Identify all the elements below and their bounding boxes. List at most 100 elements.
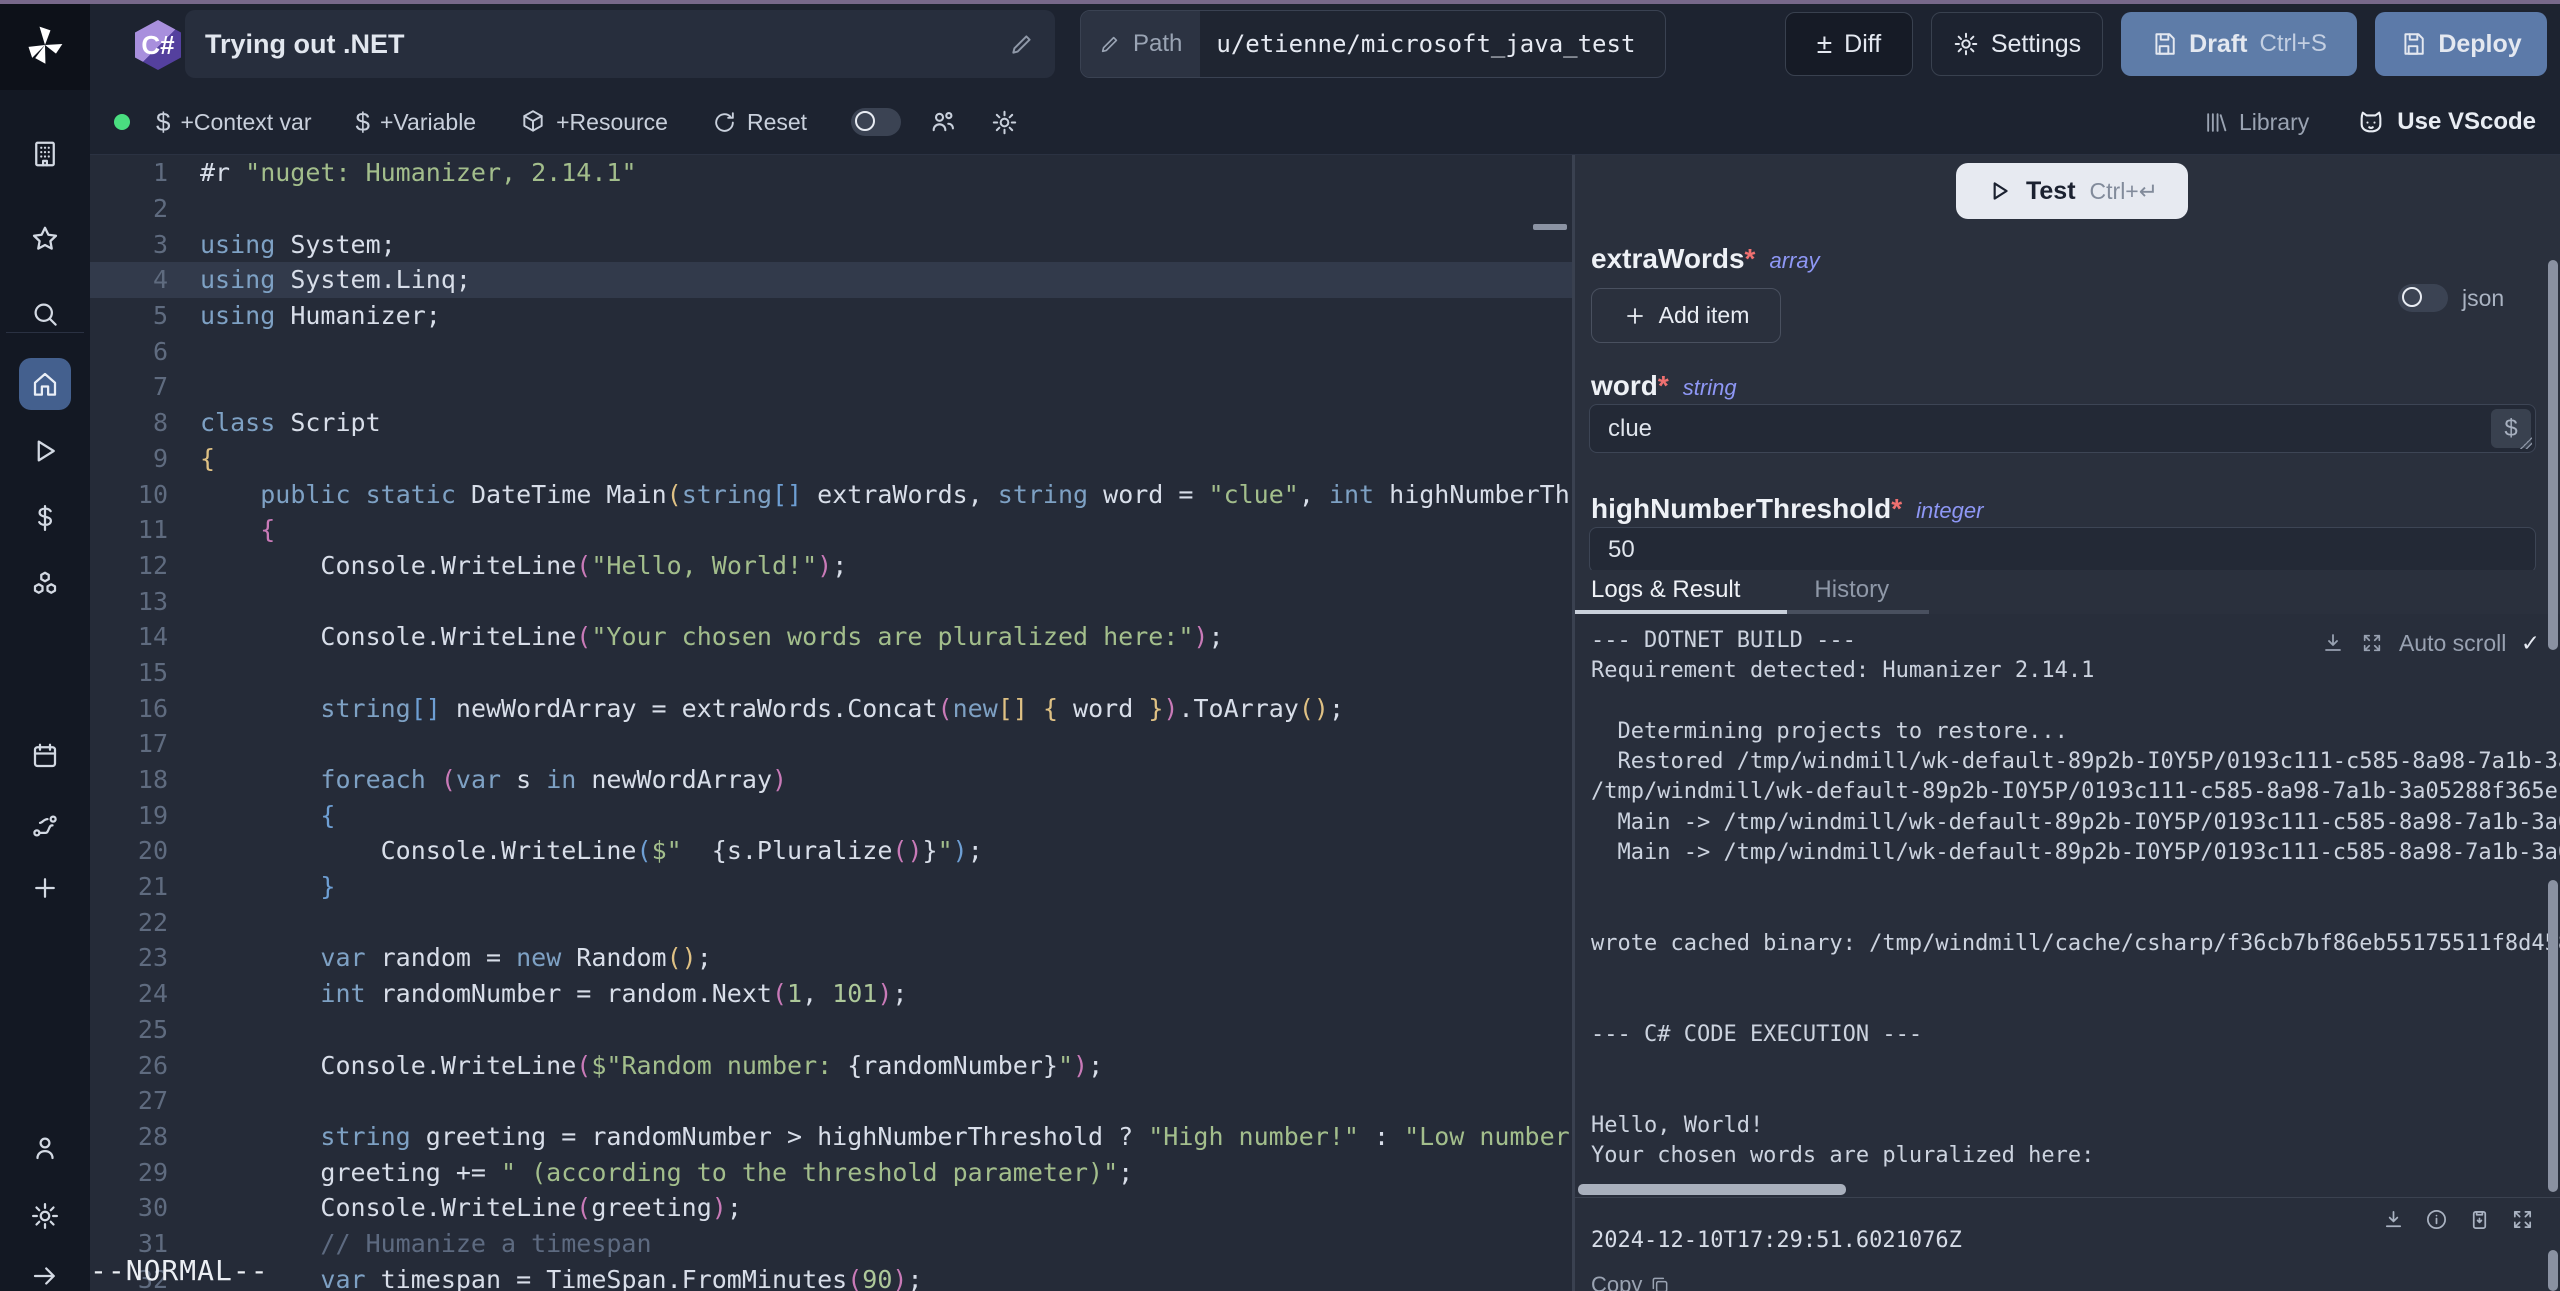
code-line-21[interactable]: 21 }	[90, 869, 1572, 905]
line-number: 2	[90, 194, 168, 223]
sidebar-item-calendar-icon[interactable]	[19, 730, 71, 782]
add-variable-button[interactable]: $ +Variable	[356, 107, 477, 138]
draft-button[interactable]: Draft Ctrl+S	[2121, 12, 2357, 76]
add-context-var-button[interactable]: $ +Context var	[156, 107, 312, 138]
sidebar-item-building-icon[interactable]	[19, 128, 71, 180]
edit-title-pencil-icon[interactable]	[1009, 31, 1035, 57]
scrollbar-indicator[interactable]	[1533, 224, 1567, 230]
code-line-4[interactable]: 4using System.Linq;	[90, 262, 1572, 298]
check-icon[interactable]: ✓	[2522, 628, 2538, 658]
code-line-6[interactable]: 6	[90, 333, 1572, 369]
path-field[interactable]: Path u/etienne/microsoft_java_test	[1080, 10, 1666, 78]
code-line-8[interactable]: 8class Script	[90, 405, 1572, 441]
code-line-1[interactable]: 1#r "nuget: Humanizer, 2.14.1"	[90, 155, 1572, 191]
code-line-30[interactable]: 30 Console.WriteLine(greeting);	[90, 1190, 1572, 1226]
add-resource-button[interactable]: +Resource	[520, 109, 668, 136]
copy-icon	[1650, 1275, 1670, 1291]
code-line-15[interactable]: 15	[90, 655, 1572, 691]
code-line-20[interactable]: 20 Console.WriteLine($" {s.Pluralize()}"…	[90, 833, 1572, 869]
logs-scrollbar[interactable]	[2548, 880, 2558, 1192]
field-type-extrawords: array	[1769, 248, 1819, 274]
result-value[interactable]: 2024-12-10T17:29:51.6021076Z	[1591, 1228, 1962, 1253]
json-toggle[interactable]: json	[2398, 284, 2504, 312]
code-text: var random = new Random();	[200, 943, 712, 972]
sidebar-item-settings-icon[interactable]	[19, 1190, 71, 1242]
code-line-32[interactable]: 32 var timespan = TimeSpan.FromMinutes(9…	[90, 1261, 1572, 1291]
code-line-29[interactable]: 29 greeting += " (according to the thres…	[90, 1154, 1572, 1190]
code-line-12[interactable]: 12 Console.WriteLine("Hello, World!");	[90, 548, 1572, 584]
download-icon[interactable]	[2321, 631, 2345, 655]
code-line-28[interactable]: 28 string greeting = randomNumber > high…	[90, 1119, 1572, 1155]
script-title-field[interactable]: Trying out .NET	[185, 10, 1055, 78]
code-line-22[interactable]: 22	[90, 904, 1572, 940]
windmill-logo-icon[interactable]	[0, 0, 90, 90]
panel-scrollbar[interactable]	[2548, 260, 2558, 650]
sidebar-item-route-icon[interactable]	[19, 800, 71, 852]
sidebar-item-boxes-icon[interactable]	[19, 558, 71, 610]
code-line-31[interactable]: 31 // Humanize a timespan	[90, 1226, 1572, 1262]
download-icon[interactable]	[2382, 1208, 2405, 1231]
logs-output[interactable]: --- DOTNET BUILD ---Requirement detected…	[1575, 614, 2560, 1197]
code-line-3[interactable]: 3using System;	[90, 226, 1572, 262]
copy-button[interactable]: Copy	[1591, 1272, 1670, 1291]
line-number: 29	[90, 1158, 168, 1187]
windmill-script-editor: C# Trying out .NET Path u/etienne/micros…	[0, 0, 2560, 1291]
code-line-27[interactable]: 27	[90, 1083, 1572, 1119]
tab-logs-result[interactable]: Logs & Result	[1575, 576, 1756, 604]
result-scrollbar[interactable]	[2548, 1250, 2558, 1291]
code-editor[interactable]: 1#r "nuget: Humanizer, 2.14.1" 2 3using Sy…	[90, 155, 1572, 1291]
code-line-9[interactable]: 9{	[90, 441, 1572, 477]
code-text: using System.Linq;	[200, 265, 471, 294]
code-line-19[interactable]: 19 {	[90, 797, 1572, 833]
deploy-button[interactable]: Deploy	[2375, 12, 2547, 76]
run-panel: Test Ctrl+↵ extraWords* array json Add i…	[1572, 155, 2560, 1291]
tab-history[interactable]: History	[1798, 576, 1905, 604]
sidebar-item-star-icon[interactable]	[19, 213, 71, 265]
line-number: 30	[90, 1193, 168, 1222]
code-line-7[interactable]: 7	[90, 369, 1572, 405]
expand-icon[interactable]	[2511, 1208, 2534, 1231]
library-button[interactable]: Library	[2204, 109, 2309, 136]
sidebar-item-user-icon[interactable]	[19, 1122, 71, 1174]
settings-button[interactable]: Settings	[1931, 12, 2103, 76]
code-line-18[interactable]: 18 foreach (var s in newWordArray)	[90, 762, 1572, 798]
code-line-13[interactable]: 13	[90, 583, 1572, 619]
code-line-26[interactable]: 26 Console.WriteLine($"Random number: {r…	[90, 1047, 1572, 1083]
line-number: 9	[90, 444, 168, 473]
code-line-2[interactable]: 2	[90, 191, 1572, 227]
save-icon	[2151, 31, 2177, 57]
info-icon[interactable]	[2425, 1208, 2448, 1231]
log-line: /tmp/windmill/wk-default-89p2b-I0Y5P/019…	[1591, 777, 2560, 807]
save-icon	[2400, 31, 2426, 57]
vim-mode-toggle[interactable]	[851, 108, 901, 136]
sidebar-item-dollar-icon[interactable]	[19, 492, 71, 544]
use-vscode-button[interactable]: Use VScode	[2357, 108, 2536, 136]
code-line-14[interactable]: 14 Console.WriteLine("Your chosen words …	[90, 619, 1572, 655]
sidebar-item-play-icon[interactable]	[19, 425, 71, 477]
editor-settings-gear-icon[interactable]	[991, 109, 1018, 136]
word-input[interactable]: clue $	[1589, 404, 2536, 453]
users-icon[interactable]	[929, 108, 957, 136]
sidebar-item-home-icon[interactable]	[19, 358, 71, 410]
resize-handle[interactable]	[2520, 437, 2532, 449]
code-line-25[interactable]: 25	[90, 1012, 1572, 1048]
code-line-16[interactable]: 16 string[] newWordArray = extraWords.Co…	[90, 690, 1572, 726]
code-line-5[interactable]: 5using Humanizer;	[90, 298, 1572, 334]
sidebar-item-arrow-right-icon[interactable]	[19, 1250, 71, 1291]
code-line-24[interactable]: 24 int randomNumber = random.Next(1, 101…	[90, 976, 1572, 1012]
line-number: 22	[90, 908, 168, 937]
sidebar-item-plus-icon[interactable]	[19, 862, 71, 914]
field-type-word: string	[1683, 375, 1737, 401]
clipboard-icon[interactable]	[2468, 1208, 2491, 1231]
code-line-11[interactable]: 11 {	[90, 512, 1572, 548]
reset-button[interactable]: Reset	[712, 109, 807, 136]
expand-icon[interactable]	[2361, 632, 2383, 654]
code-line-17[interactable]: 17	[90, 726, 1572, 762]
diff-button[interactable]: ± Diff	[1785, 12, 1913, 76]
add-item-button[interactable]: Add item	[1591, 288, 1781, 343]
logs-horizontal-scrollbar[interactable]	[1578, 1184, 1846, 1195]
code-line-23[interactable]: 23 var random = new Random();	[90, 940, 1572, 976]
test-button[interactable]: Test Ctrl+↵	[1956, 163, 2188, 219]
highnumberthreshold-input[interactable]: 50	[1589, 527, 2536, 573]
code-line-10[interactable]: 10 public static DateTime Main(string[] …	[90, 476, 1572, 512]
